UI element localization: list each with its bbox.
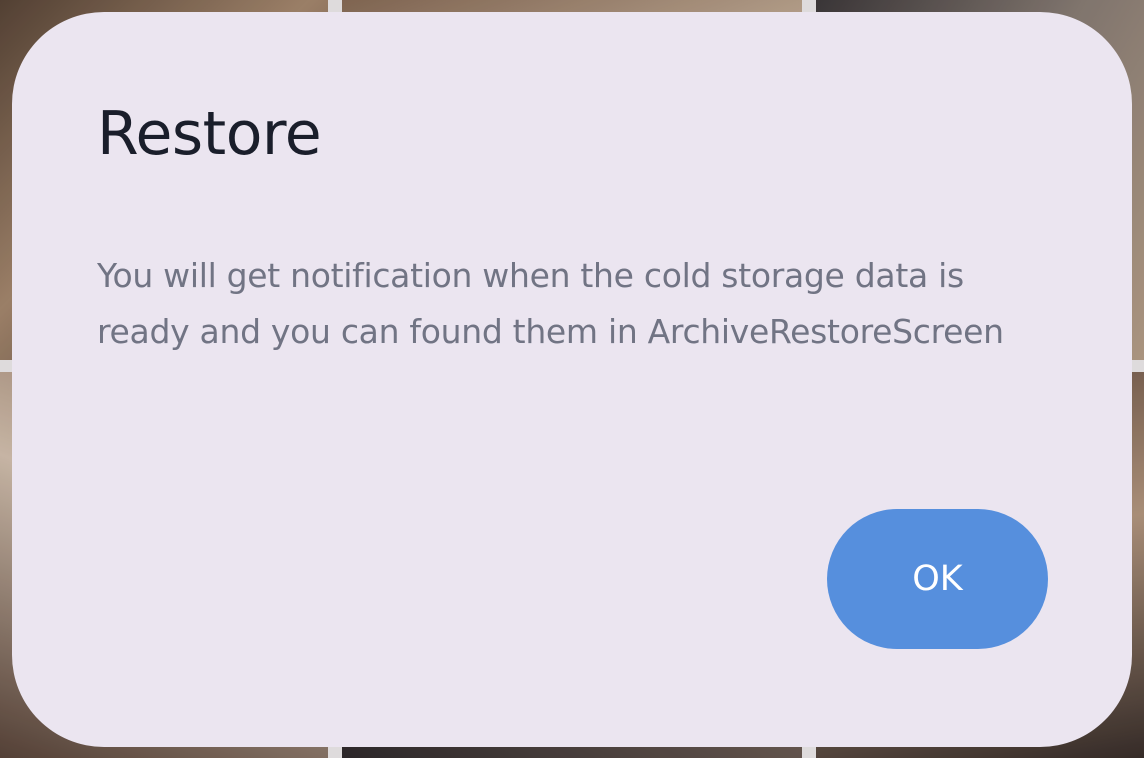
ok-button[interactable]: OK: [827, 509, 1048, 649]
restore-dialog: Restore You will get notification when t…: [12, 12, 1132, 747]
dialog-message: You will get notification when the cold …: [97, 256, 1004, 351]
dialog-title: Restore: [97, 99, 322, 169]
